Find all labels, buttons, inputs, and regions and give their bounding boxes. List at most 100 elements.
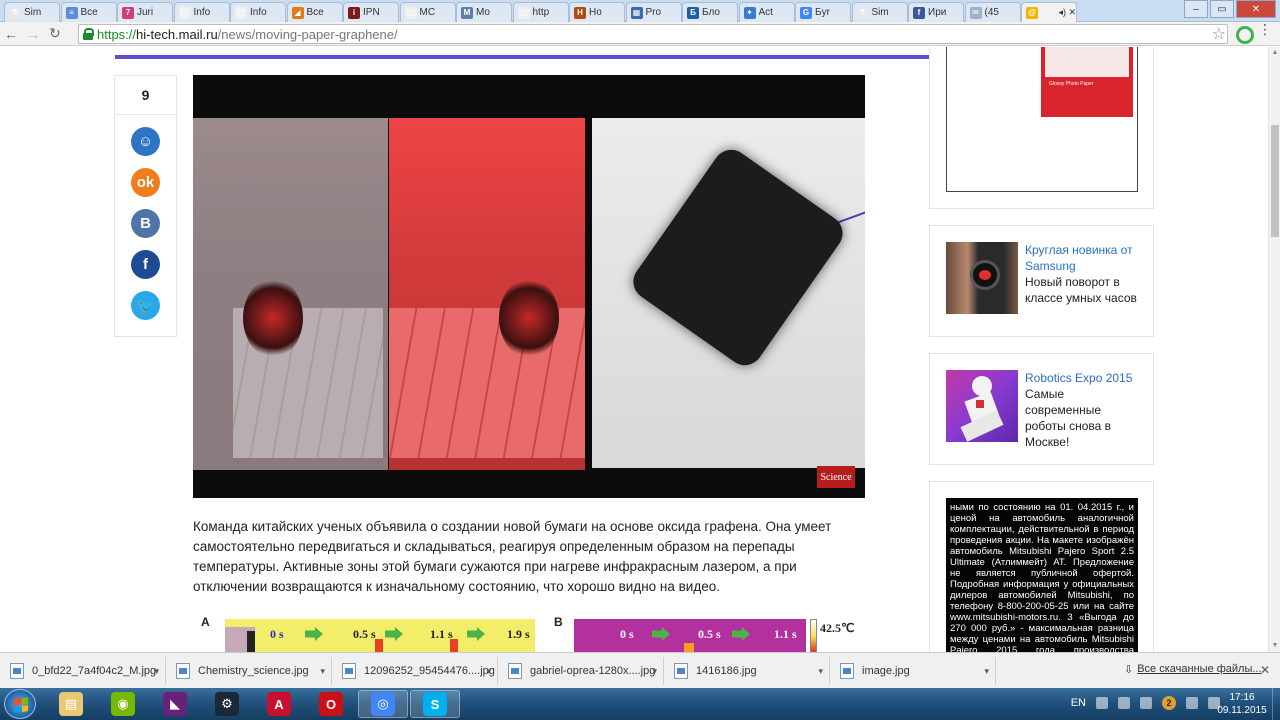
download-menu-chevron-icon[interactable]: ▾: [984, 666, 989, 677]
tab-title: (45: [984, 7, 999, 18]
close-window-button[interactable]: ✕: [1236, 0, 1276, 18]
visual-studio-taskbar-button[interactable]: ◣: [150, 690, 200, 718]
browser-tab[interactable]: i IPN: [343, 2, 399, 22]
browser-tab[interactable]: ▦ Pro: [625, 2, 682, 22]
close-downloads-icon[interactable]: ✕: [1260, 663, 1270, 677]
temperature-label: 42.5℃: [820, 621, 855, 635]
minimize-button[interactable]: ‒: [1184, 0, 1208, 18]
reload-icon[interactable]: ↻: [44, 23, 66, 45]
downloads-icon: ⇩: [1124, 664, 1134, 676]
teaser-title-link[interactable]: Круглая новинка от Samsung: [1025, 243, 1133, 273]
download-item[interactable]: 1416186.jpg ▾: [664, 657, 830, 685]
flag-icon[interactable]: [1186, 697, 1198, 709]
tab-title: Info: [250, 7, 267, 18]
vkontakte-share-button[interactable]: В: [131, 209, 160, 238]
sidebar-teaser[interactable]: Robotics Expo 2015 Самые современные роб…: [929, 353, 1154, 465]
download-item[interactable]: image.jpg ▾: [830, 657, 996, 685]
facebook-share-button[interactable]: f: [131, 250, 160, 279]
download-item[interactable]: 0_bfd22_7a4f04c2_M.jpg ▾: [0, 657, 166, 685]
browser-tab[interactable]: ≡ Все: [60, 2, 117, 22]
time-label: 1.1 s: [774, 627, 797, 641]
photo-paper-ad[interactable]: Glossy Photo Paper: [946, 47, 1138, 192]
chrome-taskbar-button[interactable]: ◎: [358, 690, 408, 718]
language-indicator[interactable]: EN: [1071, 697, 1086, 709]
download-menu-chevron-icon[interactable]: ▾: [154, 666, 159, 677]
download-menu-chevron-icon[interactable]: ▾: [486, 666, 491, 677]
download-menu-chevron-icon[interactable]: ▾: [320, 666, 325, 677]
browser-tab[interactable]: ▢ Info: [173, 2, 230, 22]
tab-title: IPN: [363, 7, 380, 18]
bookmark-star-icon[interactable]: ☆: [1212, 24, 1226, 44]
tray-arrow-icon[interactable]: [1096, 697, 1108, 709]
tab-title: Sim: [24, 7, 42, 18]
network-icon[interactable]: [1118, 697, 1130, 709]
odnoklassniki-share-button[interactable]: ok: [131, 168, 160, 197]
browser-tab[interactable]: Б Бло: [682, 2, 738, 22]
start-button[interactable]: [4, 689, 36, 719]
opera-taskbar-button[interactable]: O: [306, 690, 356, 718]
nvidia-taskbar-button[interactable]: ◉: [98, 690, 148, 718]
browser-tab[interactable]: ◢ Все: [286, 2, 343, 22]
tab-favicon-icon: ▢: [517, 6, 530, 19]
maximize-button[interactable]: ▭: [1210, 0, 1234, 18]
system-tray: EN 2: [1071, 696, 1220, 710]
image-file-icon: [342, 663, 356, 679]
download-item[interactable]: gabriel-oprea-1280x....jpg ▾: [498, 657, 664, 685]
article-video[interactable]: Science: [193, 75, 865, 498]
browser-toolbar: ← → ↻ https:// hi-tech.mail.ru /news/mov…: [0, 22, 1280, 46]
time-arrow-icon: [385, 627, 403, 641]
extension-icon[interactable]: [1236, 26, 1254, 44]
video-frame-left: [193, 118, 388, 470]
browser-tab[interactable]: ▢ MC: [399, 2, 456, 22]
tab-close-icon[interactable]: ◂) ✕: [1058, 7, 1076, 18]
download-menu-chevron-icon[interactable]: ▾: [652, 666, 657, 677]
show-all-downloads-link[interactable]: ⇩ Все скачанные файлы...: [1124, 663, 1262, 676]
time-arrow-icon: [732, 627, 750, 641]
address-bar[interactable]: https:// hi-tech.mail.ru /news/moving-pa…: [78, 24, 1228, 44]
scroll-up-arrow-icon[interactable]: ▲: [1271, 49, 1279, 57]
browser-tab[interactable]: ✦ Act: [738, 2, 795, 22]
browser-menu-icon[interactable]: ⋮: [1258, 22, 1272, 36]
browser-tab[interactable]: ▢ Info: [230, 2, 286, 22]
sidebar-teaser[interactable]: Круглая новинка от Samsung Новый поворот…: [929, 225, 1154, 337]
acrobat-taskbar-button[interactable]: A: [254, 690, 304, 718]
windows-explorer-taskbar-button[interactable]: ▤: [46, 690, 96, 718]
browser-tab[interactable]: ⚗ Sim: [4, 2, 60, 22]
browser-tab[interactable]: f Ири: [908, 2, 964, 22]
show-desktop-button[interactable]: [1272, 688, 1280, 720]
tab-favicon-icon: ✉: [969, 6, 982, 19]
forward-arrow-icon[interactable]: →: [22, 23, 44, 45]
download-item[interactable]: Chemistry_science.jpg ▾: [166, 657, 332, 685]
mitsubishi-promo-text[interactable]: ными по состоянию на 01. 04.2015 г., и ц…: [946, 498, 1138, 652]
skype-taskbar-button[interactable]: S: [410, 690, 460, 718]
image-file-icon: [10, 663, 24, 679]
browser-tab[interactable]: G Бyr: [795, 2, 851, 22]
browser-tab[interactable]: ✉ (45: [964, 2, 1021, 22]
tab-title: Pro: [645, 7, 662, 18]
download-menu-chevron-icon[interactable]: ▾: [818, 666, 823, 677]
back-arrow-icon[interactable]: ←: [0, 23, 22, 45]
visual-studio-icon: ◣: [163, 692, 187, 716]
twitter-share-button[interactable]: 🐦: [131, 291, 160, 320]
teaser-title-link[interactable]: Robotics Expo 2015: [1025, 371, 1132, 385]
browser-tab[interactable]: ⚗ Sim: [851, 2, 908, 22]
page-scrollbar[interactable]: ▲ ▼: [1268, 47, 1280, 652]
tab-favicon-icon: ✦: [743, 6, 756, 19]
scroll-down-arrow-icon[interactable]: ▼: [1271, 642, 1279, 650]
download-item[interactable]: 12096252_95454476....jpg ▾: [332, 657, 498, 685]
browser-tab[interactable]: @ ◂) ✕: [1021, 2, 1077, 22]
notification-badge[interactable]: 2: [1162, 696, 1176, 710]
chrome-icon: ◎: [371, 692, 395, 716]
download-filename: Chemistry_science.jpg: [198, 665, 309, 677]
system-clock[interactable]: 17:16 09.11.2015: [1216, 691, 1268, 717]
browser-tab[interactable]: H Ho: [569, 2, 625, 22]
mail-ru-share-button[interactable]: ☺: [131, 127, 160, 156]
time-arrow-icon: [467, 627, 485, 641]
browser-tab[interactable]: M Mo: [456, 2, 512, 22]
browser-tab[interactable]: ▢ http: [512, 2, 569, 22]
volume-icon[interactable]: [1140, 697, 1152, 709]
scrollbar-thumb[interactable]: [1271, 125, 1279, 237]
steam-taskbar-button[interactable]: ⚙: [202, 690, 252, 718]
temperature-scale: [810, 619, 817, 652]
browser-tab[interactable]: 7 Juri: [117, 2, 173, 22]
